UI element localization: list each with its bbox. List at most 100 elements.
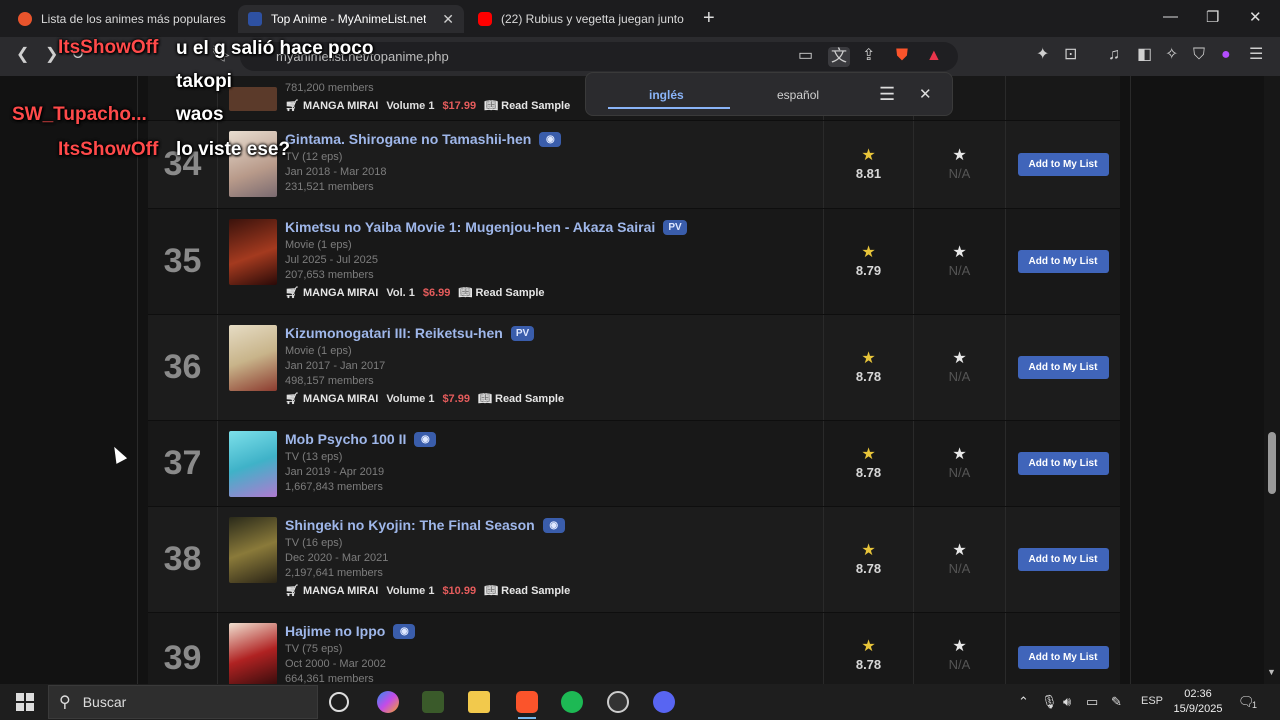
read-sample-link[interactable]: 📖︎ Read Sample: [458, 286, 544, 299]
brave-shields-icon[interactable]: ⛊: [896, 48, 908, 64]
cast-icon[interactable]: ▭: [798, 48, 813, 64]
anime-dates: Dec 2020 - Mar 2021: [285, 552, 389, 564]
close-icon[interactable]: ✕: [919, 85, 932, 103]
manga-promo[interactable]: 🛒︎ MANGA MIRAI Volume 1 $7.99 📖︎ Read Sa…: [285, 392, 564, 406]
anime-title-link[interactable]: Gintama. Shirogane no Tamashii-hen: [285, 131, 531, 147]
task-view-icon[interactable]: [329, 692, 349, 712]
scroll-down-icon[interactable]: ▼: [1267, 667, 1276, 677]
anime-type: TV (75 eps): [285, 643, 343, 655]
manga-promo[interactable]: 🛒︎ MANGA MIRAI Volume 1 $10.99 📖︎ Read S…: [285, 584, 570, 598]
table-row: 37 Mob Psycho 100 II ◉ TV (13 eps) Jan 2…: [148, 420, 1120, 506]
score-value: 8.81: [855, 166, 882, 181]
language-indicator[interactable]: ESP: [1141, 695, 1163, 707]
tab-title: (22) Rubius y vegetta juegan juntos y: [501, 12, 684, 26]
reddit-favicon-icon: [18, 12, 32, 26]
anime-thumbnail[interactable]: [229, 431, 277, 497]
action-cell: Add to My List: [1005, 121, 1120, 208]
anime-title-link[interactable]: Hajime no Ippo: [285, 623, 385, 639]
add-to-list-button[interactable]: Add to My List: [1017, 153, 1109, 176]
pen-icon[interactable]: ✎: [1111, 694, 1122, 710]
add-to-list-button[interactable]: Add to My List: [1017, 646, 1109, 669]
manga-promo[interactable]: 🛒︎ MANGA MIRAI Vol. 1 $6.99 📖︎ Read Samp…: [285, 286, 687, 300]
microphone-icon[interactable]: 🎙︎: [1041, 694, 1058, 710]
music-icon[interactable]: ♫: [1108, 47, 1120, 63]
add-to-list-button[interactable]: Add to My List: [1017, 548, 1109, 571]
minimize-icon[interactable]: —: [1163, 8, 1178, 25]
manga-promo[interactable]: 🛒︎ MANGA MIRAI Volume 1 $17.99 📖︎ Read S…: [285, 99, 570, 113]
restore-icon[interactable]: ❐: [1206, 8, 1219, 26]
scrollbar-track[interactable]: [1264, 76, 1280, 684]
vpn-icon[interactable]: ⛉: [1193, 47, 1205, 63]
member-count: 781,200 members: [285, 82, 374, 94]
manga-price: $7.99: [442, 392, 470, 405]
action-cell: Add to My List: [1005, 613, 1120, 684]
star-icon: ★: [952, 446, 967, 463]
anime-thumbnail[interactable]: [229, 325, 277, 391]
forward-icon[interactable]: ❯: [45, 47, 58, 63]
new-tab-icon[interactable]: +: [703, 8, 715, 28]
anime-thumbnail[interactable]: [229, 87, 277, 111]
taskbar-search-box[interactable]: ⚲ Buscar: [48, 685, 318, 719]
content-divider: [137, 76, 138, 684]
game-app-icon[interactable]: [422, 691, 444, 713]
close-tab-icon[interactable]: ✕: [442, 11, 454, 28]
read-sample-link[interactable]: 📖︎ Read Sample: [484, 584, 570, 597]
file-explorer-icon[interactable]: [468, 691, 490, 713]
action-cell: Add to My List: [1005, 315, 1120, 420]
tab-youtube-video[interactable]: (22) Rubius y vegetta juegan juntos y: [468, 5, 694, 33]
show-hidden-icons-icon[interactable]: ⌃: [1018, 694, 1029, 710]
your-score-cell: ★ N/A: [913, 613, 1005, 684]
sidebar-icon[interactable]: ◧: [1137, 47, 1152, 63]
translate-tab-target[interactable]: español: [777, 88, 819, 102]
manga-price: $17.99: [442, 99, 477, 112]
screenshot-icon[interactable]: ⊡: [1064, 47, 1077, 63]
anime-title-link[interactable]: Kizumonogatari III: Reiketsu-hen: [285, 325, 503, 341]
network-icon[interactable]: ▭: [1086, 694, 1098, 710]
read-sample-link[interactable]: 📖︎ Read Sample: [478, 392, 564, 405]
share-icon[interactable]: ⇪: [862, 48, 875, 64]
add-to-list-button[interactable]: Add to My List: [1017, 452, 1109, 475]
window-close-icon[interactable]: ✕: [1249, 8, 1262, 26]
anime-dates: Jul 2025 - Jul 2025: [285, 254, 378, 266]
anime-thumbnail[interactable]: [229, 623, 277, 684]
wallet-icon[interactable]: ●: [1221, 47, 1231, 63]
tab-top-anime[interactable]: Top Anime - MyAnimeList.net ✕: [238, 5, 464, 33]
tab-popular-anime-list[interactable]: Lista de los animes más populares :r: [8, 5, 236, 33]
read-sample-link[interactable]: 📖︎ Read Sample: [484, 99, 570, 112]
brave-rewards-icon[interactable]: ▲: [926, 48, 942, 64]
back-icon[interactable]: ❮: [16, 47, 29, 63]
clock[interactable]: 02:36 15/9/2025: [1168, 687, 1228, 717]
video-badge-icon[interactable]: ◉: [393, 623, 416, 639]
spotify-icon[interactable]: [561, 691, 583, 713]
anime-thumbnail[interactable]: [229, 219, 277, 285]
video-badge-icon[interactable]: ◉: [414, 431, 437, 447]
leo-ai-icon[interactable]: ✧: [1165, 47, 1178, 63]
active-tab-indicator: [608, 107, 730, 109]
menu-icon[interactable]: ☰: [1249, 47, 1263, 63]
pv-badge[interactable]: PV: [663, 219, 687, 235]
anime-title-link[interactable]: Kimetsu no Yaiba Movie 1: Mugenjou-hen -…: [285, 219, 655, 235]
video-badge-icon[interactable]: ◉: [542, 517, 565, 533]
pv-badge[interactable]: PV: [510, 325, 535, 341]
scrollbar-thumb[interactable]: [1268, 432, 1276, 494]
add-to-list-button[interactable]: Add to My List: [1017, 250, 1109, 273]
windows-start-icon[interactable]: [16, 693, 34, 711]
member-count: 2,197,641 members: [285, 567, 383, 579]
anime-title-link[interactable]: Shingeki no Kyojin: The Final Season: [285, 517, 535, 533]
chat-username: SW_Tupacho...: [12, 104, 147, 125]
translate-icon[interactable]: 文: [828, 47, 851, 67]
manga-volume: Volume 1: [386, 584, 435, 597]
video-badge-icon[interactable]: ◉: [539, 131, 562, 147]
brave-browser-icon[interactable]: [516, 691, 538, 719]
copilot-icon[interactable]: [377, 691, 399, 713]
translate-options-icon[interactable]: ☰: [879, 85, 895, 103]
obs-studio-icon[interactable]: [607, 691, 629, 713]
anime-title-link[interactable]: Mob Psycho 100 II: [285, 431, 406, 447]
discord-icon[interactable]: [653, 691, 675, 713]
extensions-icon[interactable]: ✦: [1036, 47, 1049, 63]
anime-thumbnail[interactable]: [229, 517, 277, 583]
anime-type: TV (13 eps): [285, 451, 343, 463]
add-to-list-button[interactable]: Add to My List: [1017, 356, 1109, 379]
volume-icon[interactable]: 🔊︎: [1063, 694, 1071, 710]
translate-tab-source[interactable]: inglés: [649, 88, 684, 102]
